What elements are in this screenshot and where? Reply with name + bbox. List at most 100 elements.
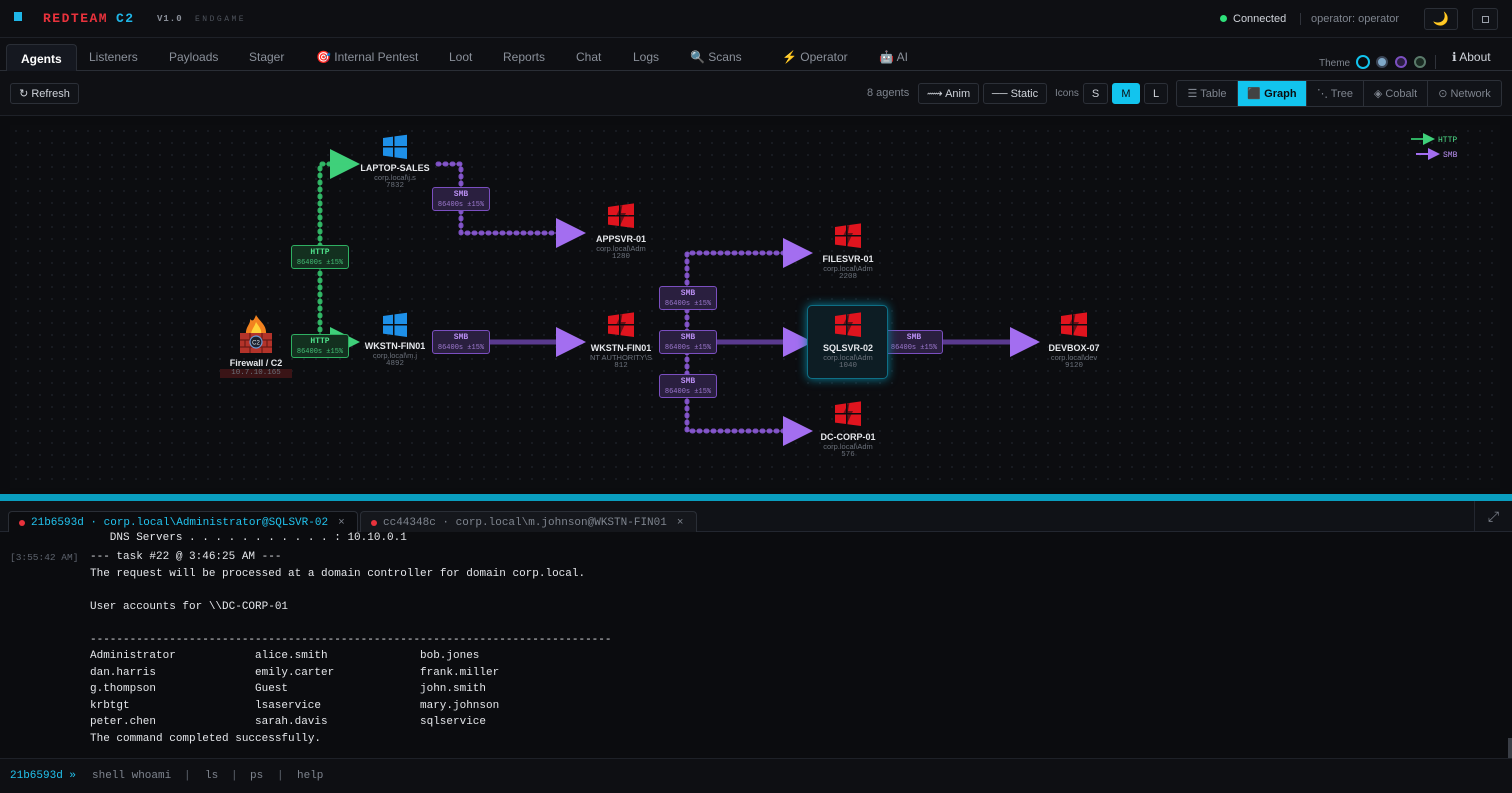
node-name: DEVBOX-07 <box>1048 343 1100 353</box>
edge-label-type: SMB <box>453 190 469 199</box>
theme-swatch-steel[interactable] <box>1376 56 1388 68</box>
node-sqlsvr-02[interactable]: SQLSVR-02 corp.local\Adm 1040 <box>788 310 908 371</box>
refresh-button[interactable]: ↻ Refresh <box>10 83 79 104</box>
account-cell: Administrator <box>90 650 176 662</box>
graph-edges: HTTP SMB <box>294 133 1458 446</box>
icon-size-large-button[interactable]: L <box>1144 83 1168 104</box>
tab-scans[interactable]: 🔍 Scans <box>690 50 742 64</box>
tab-internal-pentest[interactable]: 🎯 Internal Pentest <box>316 50 418 64</box>
connection-status: Connected <box>1233 13 1287 25</box>
node-laptop-sales[interactable]: LAPTOP-SALES corp.local\j.s 7832 <box>335 134 455 191</box>
node-pid: 9120 <box>1064 362 1083 370</box>
hint-shell-whoami[interactable]: shell whoami <box>92 770 171 782</box>
theme-label: Theme <box>1319 58 1351 69</box>
view-network-button[interactable]: ⊙ Network <box>1428 81 1501 106</box>
window-button[interactable] <box>1472 8 1498 30</box>
brand-c2: C2 <box>116 11 135 26</box>
console-line: The request will be processed at a domai… <box>90 568 586 580</box>
tab-reports[interactable]: Reports <box>503 50 545 64</box>
hint-ls[interactable]: ls <box>205 770 218 782</box>
theme-swatch-cyan[interactable] <box>1356 55 1370 69</box>
hint-ps[interactable]: ps <box>250 770 263 782</box>
node-filesvr-01[interactable]: FILESVR-01 corp.local\Adm 2208 <box>788 221 908 282</box>
anim-toggle[interactable]: ⟿ Anim <box>918 83 979 104</box>
hint-help[interactable]: help <box>297 770 323 782</box>
tab-ai[interactable]: 🤖 AI <box>879 50 908 64</box>
node-devbox-07[interactable]: DEVBOX-07 corp.local\dev 9120 <box>1014 310 1134 371</box>
node-user: corp.local\Adm <box>823 353 873 362</box>
panel-resize-handle[interactable] <box>0 494 1512 501</box>
console-tab-label: 21b6593d · corp.local\Administrator@SQLS… <box>31 516 329 529</box>
icon-size-medium-button[interactable]: M <box>1112 83 1140 104</box>
edge-label-sleep: 86400s ±15% <box>437 201 485 209</box>
node-name: APPSVR-01 <box>595 234 647 244</box>
view-tree-button[interactable]: ⋱ Tree <box>1307 81 1364 106</box>
view-graph-button[interactable]: ⬛ Graph <box>1238 81 1307 106</box>
edge-label-sleep: 86400s ±15% <box>296 259 344 267</box>
theme-swatch-green[interactable] <box>1414 56 1426 68</box>
agent-graph[interactable]: HTTP SMB HTTP 86400s ±15% HTTP 86400s ±15%… <box>10 125 1500 488</box>
windows-compromised-icon <box>608 202 634 230</box>
node-user: corp.local\Adm <box>823 442 873 451</box>
windows-compromised-icon <box>835 400 861 428</box>
version-label: V1.0 <box>157 14 183 24</box>
theme-swatch-purple[interactable] <box>1395 56 1407 68</box>
tab-logs[interactable]: Logs <box>633 50 659 64</box>
windows-icon <box>383 134 407 159</box>
tab-stager[interactable]: Stager <box>249 50 284 64</box>
about-link[interactable]: ℹ About <box>1452 50 1491 64</box>
node-name: FILESVR-01 <box>822 254 874 264</box>
console-tab-sqlsvr[interactable]: 21b6593d · corp.local\Administrator@SQLS… <box>8 511 358 533</box>
node-name: Firewall / C2 <box>229 358 283 368</box>
tab-listeners[interactable]: Listeners <box>89 50 138 64</box>
node-pid: 1040 <box>838 362 857 370</box>
edition-label: ENDGAME <box>195 15 247 24</box>
node-wkstn-fin01[interactable]: WKSTN-FIN01 corp.local\m.j 4892 <box>335 312 455 369</box>
tab-loot[interactable]: Loot <box>449 50 472 64</box>
account-cell: emily.carter <box>255 667 335 679</box>
account-cell: lsaservice <box>255 700 322 712</box>
divider <box>1300 13 1301 25</box>
close-icon[interactable]: × <box>677 517 684 529</box>
node-user: corp.local\Adm <box>823 264 873 273</box>
node-user: corp.local\dev <box>1050 353 1098 362</box>
account-cell: dan.harris <box>90 667 157 679</box>
tab-operator[interactable]: ⚡ Operator <box>782 50 848 64</box>
account-cell: sarah.davis <box>255 716 328 728</box>
console-tab-wkstn[interactable]: cc44348c · corp.local\m.johnson@WKSTN-FI… <box>360 511 697 533</box>
node-user: corp.local\Adm <box>596 244 646 253</box>
node-user: NT AUTHORITY\S <box>590 353 652 362</box>
node-firewall-c2[interactable]: C2 Firewall / C2 10.7.10.165 <box>196 313 316 378</box>
tab-agents[interactable]: Agents <box>6 44 77 72</box>
node-wkstn-fin01-system[interactable]: WKSTN-FIN01 NT AUTHORITY\S 812 <box>561 310 681 371</box>
icon-size-small-button[interactable]: S <box>1083 83 1108 104</box>
logo-icon <box>14 12 22 21</box>
top-bar: REDTEAM C2 V1.0 ENDGAME Connected operat… <box>0 0 1512 38</box>
view-table-button[interactable]: ☰ Table <box>1177 81 1238 106</box>
divider <box>1435 55 1436 69</box>
node-dc-corp-01[interactable]: DC-CORP-01 corp.local\Adm 576 <box>788 399 908 460</box>
dark-mode-toggle[interactable]: 🌙 <box>1424 8 1458 30</box>
session-status-dot <box>371 519 377 526</box>
hint-separator: | <box>231 770 238 782</box>
connection-status-dot <box>1220 15 1227 22</box>
windows-compromised-icon <box>608 311 634 339</box>
account-cell: krbtgt <box>90 700 130 712</box>
windows-compromised-icon <box>1061 311 1087 339</box>
node-appsvr-01[interactable]: APPSVR-01 corp.local\Adm 1280 <box>561 201 681 262</box>
edge-label-http-1: HTTP 86400s ±15% <box>291 245 349 269</box>
close-icon[interactable]: × <box>338 517 345 529</box>
console-scrollbar[interactable] <box>1508 738 1512 758</box>
view-cobalt-button[interactable]: ◈ Cobalt <box>1364 81 1428 106</box>
tab-chat[interactable]: Chat <box>576 50 601 64</box>
edge-label-sleep: 86400s ±15% <box>664 388 712 396</box>
node-user: corp.local\m.j <box>372 351 418 360</box>
command-bar[interactable]: 21b6593d » shell whoami | ls | ps | help <box>0 758 1512 793</box>
edge-label-smb-3: SMB 86400s ±15% <box>659 286 717 310</box>
expand-icon[interactable]: ⤢ <box>1474 501 1512 532</box>
tab-payloads[interactable]: Payloads <box>169 50 218 64</box>
hint-separator: | <box>277 770 284 782</box>
legend-smb: SMB <box>1443 151 1458 160</box>
node-pid: 2208 <box>838 273 857 281</box>
static-toggle[interactable]: ── Static <box>983 83 1047 104</box>
